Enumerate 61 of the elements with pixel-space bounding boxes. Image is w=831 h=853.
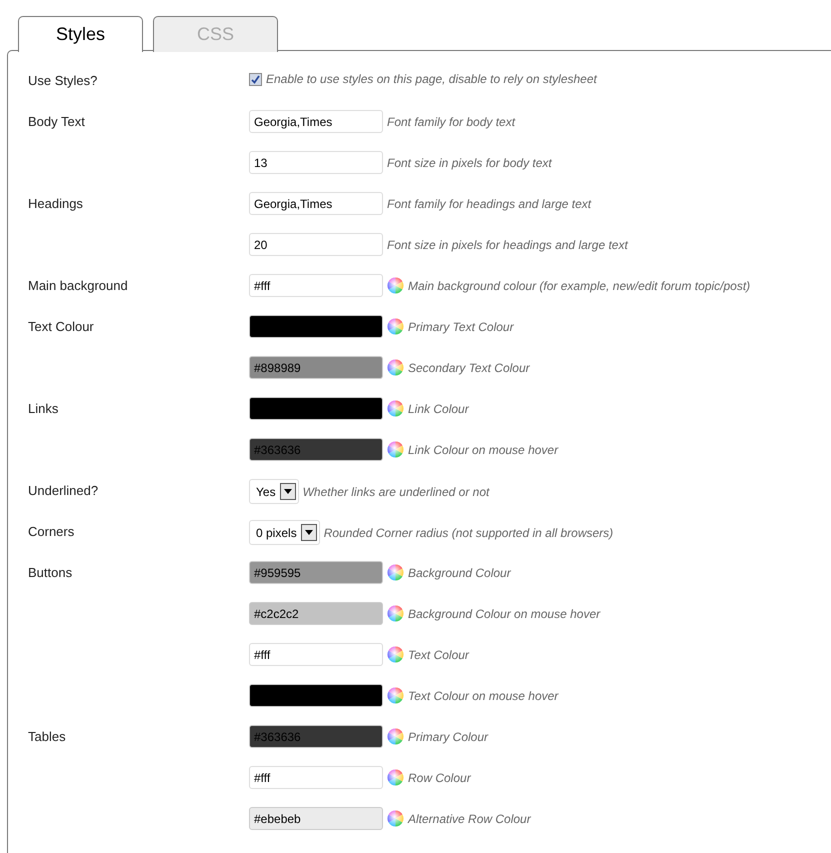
hint-text: Text Colour on mouse hover (408, 688, 558, 702)
hint-text: Link Colour on mouse hover (408, 442, 558, 456)
field-label: Corners (28, 524, 76, 540)
hint-text: Background Colour (408, 566, 511, 580)
color-field[interactable]: #898989 (249, 356, 383, 379)
hint-text: Font size in pixels for headings and large text (387, 238, 628, 252)
color-wheel-icon[interactable] (387, 605, 404, 622)
color-field[interactable]: #fff (249, 766, 383, 789)
field-label: Links (28, 401, 60, 417)
hint-text: Font size in pixels for body text (387, 156, 552, 170)
dropdown[interactable]: 0 pixels (249, 520, 320, 545)
field-label: Text Colour (28, 319, 95, 335)
field-label: Headings (28, 196, 84, 212)
hint-text: Background Colour on mouse hover (408, 606, 600, 620)
hint-text: Row Colour (408, 770, 471, 784)
color-wheel-icon[interactable] (387, 359, 404, 376)
field-label: Buttons (28, 565, 74, 581)
field-label: Use Styles? (28, 73, 98, 89)
text-field[interactable]: Georgia,Times (249, 192, 383, 215)
color-wheel-icon[interactable] (387, 646, 404, 663)
hint-text: Whether links are underlined or not (302, 484, 490, 498)
field-label: Main background (28, 278, 129, 294)
color-field[interactable]: #c2c2c2 (249, 602, 383, 625)
text-field[interactable]: Georgia,Times (249, 110, 383, 133)
color-field[interactable] (249, 397, 383, 420)
hint-text: Enable to use styles on this page, disable to rely on stylesheet (266, 72, 597, 86)
text-field[interactable]: 13 (249, 151, 383, 174)
color-field[interactable] (249, 315, 383, 338)
hint-text: Link Colour (408, 402, 469, 416)
hint-text: Font family for body text (387, 114, 516, 128)
color-wheel-icon[interactable] (387, 400, 404, 417)
hint-text: Secondary Text Colour (408, 360, 530, 374)
field-label: Body Text (28, 114, 86, 130)
caret-icon (284, 489, 292, 494)
color-wheel-icon[interactable] (387, 277, 404, 294)
field-label: Tables (28, 729, 67, 745)
hint-text: Font family for headings and large text (387, 196, 592, 210)
hint-text: Main background colour (for example, new/edit forum topic/post) (408, 278, 750, 292)
color-wheel-icon[interactable] (387, 687, 404, 704)
color-wheel-icon[interactable] (387, 810, 404, 827)
color-field[interactable]: #ebebeb (249, 807, 383, 830)
color-wheel-icon[interactable] (387, 441, 404, 458)
color-field[interactable]: #959595 (249, 561, 383, 584)
color-wheel-icon[interactable] (387, 318, 404, 335)
hint-text: Rounded Corner radius (not supported in all browsers) (324, 526, 614, 540)
color-field[interactable] (249, 684, 383, 707)
color-wheel-icon[interactable] (387, 564, 404, 581)
color-field[interactable]: #fff (249, 274, 383, 297)
field-label: Underlined? (28, 483, 100, 499)
tab[interactable]: Styles (18, 16, 143, 52)
hint-text: Text Colour (408, 648, 469, 662)
checkbox[interactable] (249, 72, 262, 86)
caret-icon (304, 530, 313, 535)
hint-text: Alternative Row Colour (408, 812, 531, 826)
dropdown[interactable]: Yes (249, 479, 299, 504)
text-field[interactable]: 20 (249, 233, 383, 256)
color-wheel-icon[interactable] (387, 728, 404, 745)
color-wheel-icon[interactable] (387, 769, 404, 786)
hint-text: Primary Text Colour (408, 320, 514, 334)
hint-text: Primary Colour (408, 730, 488, 744)
color-field[interactable]: #fff (249, 643, 383, 666)
